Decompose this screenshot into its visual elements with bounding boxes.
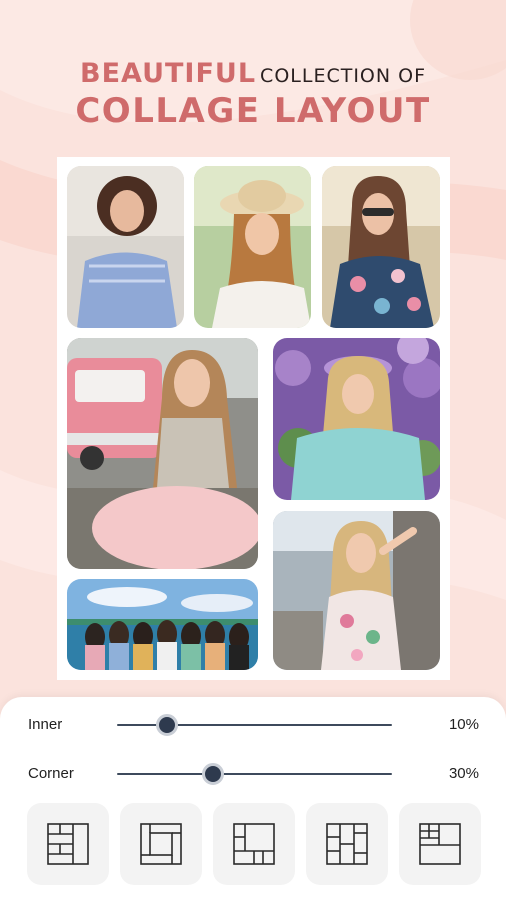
- photo-girl-sunglasses-floral[interactable]: [322, 166, 440, 328]
- headline: BEAUTIFUL COLLECTION OF COLLAGE LAYOUT: [0, 58, 506, 131]
- layout-grid-2-icon: [140, 823, 182, 865]
- photo-curly-girl-blue-top[interactable]: [67, 166, 184, 328]
- corner-slider-row: Corner 30%: [0, 759, 506, 789]
- inner-slider-thumb[interactable]: [156, 714, 178, 736]
- inner-slider-label: Inner: [28, 716, 63, 733]
- layout-grid-5-icon: [419, 823, 461, 865]
- layout-option-2[interactable]: [120, 803, 202, 885]
- layout-grid-1-icon: [47, 823, 89, 865]
- corner-slider-label: Corner: [28, 765, 74, 782]
- layout-option-5[interactable]: [399, 803, 481, 885]
- layout-option-4[interactable]: [306, 803, 388, 885]
- headline-accent: BEAUTIFUL: [79, 58, 257, 89]
- inner-slider-value: 10%: [448, 716, 479, 733]
- corner-slider-thumb[interactable]: [202, 763, 224, 785]
- layout-option-1[interactable]: [27, 803, 109, 885]
- photo-girl-lilac-flowers[interactable]: [273, 338, 440, 500]
- headline-line-1: BEAUTIFUL COLLECTION OF: [0, 58, 506, 89]
- layout-grid-3-icon: [233, 823, 275, 865]
- photo-girl-pink-car[interactable]: [67, 338, 258, 569]
- photo-girl-posing-street[interactable]: [273, 511, 440, 670]
- corner-slider-track[interactable]: [117, 773, 392, 775]
- headline-line-2: COLLAGE LAYOUT: [75, 91, 431, 131]
- layout-option-3[interactable]: [213, 803, 295, 885]
- collage-canvas: [57, 157, 450, 680]
- headline-subtext: COLLECTION OF: [260, 65, 427, 87]
- photo-girl-straw-hat[interactable]: [194, 166, 311, 328]
- inner-slider-row: Inner 10%: [0, 710, 506, 740]
- photo-group-of-girls-sea[interactable]: [67, 579, 258, 670]
- corner-slider-value: 30%: [448, 765, 479, 782]
- controls-panel: Inner 10% Corner 30%: [0, 697, 506, 900]
- layout-grid-4-icon: [326, 823, 368, 865]
